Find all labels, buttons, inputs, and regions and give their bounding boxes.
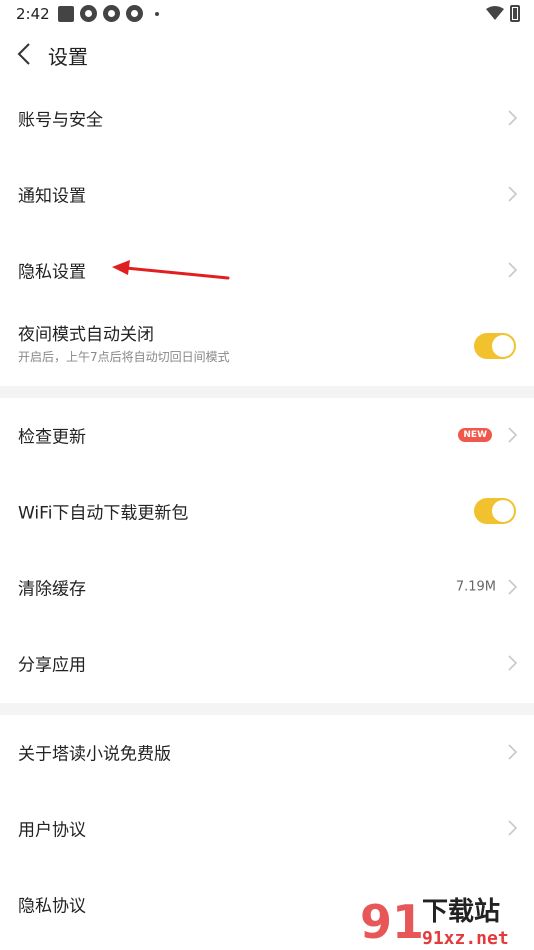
status-bar: 2:42 — [0, 0, 534, 28]
chevron-right-icon — [508, 579, 518, 595]
row-label: 检查更新 — [18, 427, 86, 448]
row-subtitle: 开启后，上午7点后将自动切回日间模式 — [18, 350, 230, 364]
system-icons — [486, 5, 520, 22]
row-label: WiFi下自动下载更新包 — [18, 503, 189, 524]
row-label: 关于塔读小说免费版 — [18, 744, 171, 765]
settings-row-wifi-auto-download[interactable]: WiFi下自动下载更新包 — [0, 473, 534, 549]
row-label: 用户协议 — [18, 820, 86, 841]
watermark-logo: 91 下载站 91xz.net — [360, 895, 509, 949]
status-time: 2:42 — [16, 5, 50, 23]
settings-row-user-agreement[interactable]: 用户协议 — [0, 790, 534, 866]
annotation-arrow-icon — [112, 260, 230, 280]
battery-icon — [510, 5, 520, 22]
chevron-right-icon — [508, 186, 518, 202]
row-label: 清除缓存 — [18, 579, 86, 600]
settings-row-check-update[interactable]: 检查更新 NEW — [0, 397, 534, 473]
toggle-knob — [492, 500, 514, 522]
chevron-right-icon — [508, 262, 518, 278]
settings-row-notification[interactable]: 通知设置 — [0, 156, 534, 232]
cache-size-value: 7.19M — [455, 579, 496, 595]
night-mode-toggle[interactable] — [474, 333, 516, 359]
svg-text:91: 91 — [360, 895, 424, 949]
row-label: 分享应用 — [18, 655, 86, 676]
chevron-right-icon — [508, 820, 518, 836]
wifi-icon — [486, 6, 504, 20]
settings-row-privacy[interactable]: 隐私设置 — [0, 232, 534, 308]
notification-icons — [58, 5, 159, 22]
chevron-right-icon — [508, 655, 518, 671]
settings-row-about[interactable]: 关于塔读小说免费版 — [0, 714, 534, 790]
new-badge: NEW — [458, 428, 492, 442]
settings-row-night-mode[interactable]: 夜间模式自动关闭 开启后，上午7点后将自动切回日间模式 — [0, 308, 534, 384]
chevron-right-icon — [508, 110, 518, 126]
chevron-right-icon — [508, 744, 518, 760]
more-notifications-icon — [155, 11, 159, 16]
row-label: 隐私协议 — [18, 896, 86, 917]
row-label: 隐私设置 — [18, 262, 86, 283]
wifi-auto-download-toggle[interactable] — [474, 498, 516, 524]
sync-icon — [126, 5, 143, 22]
back-arrow-icon[interactable] — [12, 40, 38, 68]
sync-icon — [103, 5, 120, 22]
settings-row-share-app[interactable]: 分享应用 — [0, 625, 534, 701]
settings-row-account-security[interactable]: 账号与安全 — [0, 80, 534, 156]
header: 设置 — [0, 30, 534, 78]
settings-row-clear-cache[interactable]: 清除缓存 7.19M — [0, 549, 534, 625]
row-label: 夜间模式自动关闭 — [18, 325, 154, 345]
toggle-knob — [492, 335, 514, 357]
svg-text:下载站: 下载站 — [422, 897, 500, 927]
app-notification-icon — [58, 5, 74, 22]
chevron-right-icon — [508, 427, 518, 443]
row-label: 通知设置 — [18, 186, 86, 207]
page-title: 设置 — [48, 45, 88, 69]
svg-text:91xz.net: 91xz.net — [422, 928, 509, 949]
sync-icon — [80, 5, 97, 22]
row-label: 账号与安全 — [18, 110, 103, 131]
